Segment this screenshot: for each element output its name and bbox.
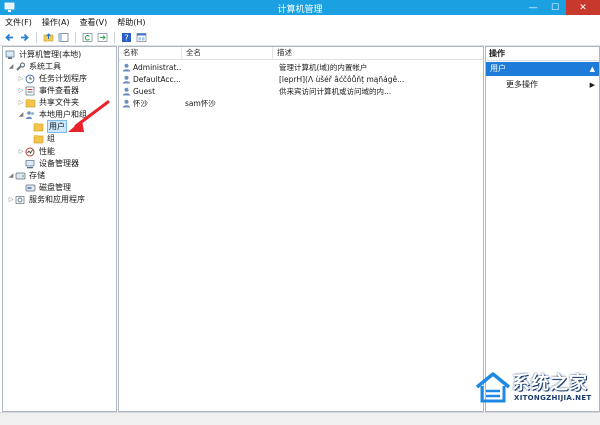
help-icon[interactable]: ?: [120, 31, 133, 44]
tree-item-label: 事件查看器: [39, 86, 79, 95]
tree-item-label: 存储: [29, 171, 45, 180]
user-name: 怀沙: [133, 99, 148, 108]
collapse-arrow-icon[interactable]: ◢: [17, 111, 25, 118]
services-icon: [15, 195, 26, 205]
export-icon[interactable]: [96, 31, 109, 44]
menu-view[interactable]: 查看(V): [75, 17, 113, 28]
watermark-url: XITONGZHIJIA.NET: [514, 394, 592, 402]
action-pane-title: 操作: [486, 47, 599, 61]
event-viewer-icon: [25, 86, 36, 96]
toolbar-separator: [114, 31, 115, 43]
action-pane: 操作 用户 ▲ 更多操作 ▶: [485, 46, 600, 412]
house-logo-icon: [475, 372, 511, 403]
tree-item-label: 任务计划程序: [39, 74, 87, 83]
close-button[interactable]: ✕: [566, 0, 600, 15]
action-section-users[interactable]: 用户 ▲: [486, 62, 599, 76]
tree-item-label: 设备管理器: [39, 159, 79, 168]
user-icon: [122, 99, 131, 108]
tree-item-task-scheduler[interactable]: ▷ 任务计划程序: [17, 73, 87, 84]
tree-item-storage[interactable]: ◢ 存储: [7, 170, 45, 181]
window-title: 计算机管理: [277, 5, 323, 15]
console-tree-icon[interactable]: [57, 31, 70, 44]
device-manager-icon: [25, 159, 36, 169]
tree-item-label: 组: [47, 134, 55, 143]
user-icon: [122, 63, 131, 72]
menu-file[interactable]: 文件(F): [0, 17, 37, 28]
column-header-name[interactable]: 名称: [119, 47, 182, 59]
user-fullname: sam怀沙: [185, 99, 216, 108]
toolbar-separator: [75, 31, 76, 43]
tree-item-disk-management[interactable]: 磁盘管理: [17, 182, 71, 193]
back-icon[interactable]: [3, 31, 16, 44]
performance-icon: [25, 147, 36, 157]
user-icon: [122, 75, 131, 84]
tree-item-label: 磁盘管理: [39, 183, 71, 192]
folder-icon: [33, 122, 44, 132]
table-row[interactable]: DefaultAcc... [leprH](Λ ùšéř âćčôůňț mąñ…: [119, 74, 483, 85]
tree-item-event-viewer[interactable]: ▷ 事件查看器: [17, 85, 79, 96]
tree-item-label: 计算机管理(本地): [19, 50, 82, 59]
forward-icon[interactable]: [18, 31, 31, 44]
tree-item-services[interactable]: ▷ 服务和应用程序: [7, 194, 85, 205]
refresh-icon[interactable]: [81, 31, 94, 44]
user-description: 管理计算机(域)的内置帐户: [279, 63, 368, 72]
expand-arrow-icon[interactable]: ▷: [17, 87, 25, 94]
user-description: [leprH](Λ ùšéř âćčôůňț mąñágê...: [279, 75, 405, 84]
up-icon[interactable]: [42, 31, 55, 44]
menu-help[interactable]: 帮助(H): [112, 17, 150, 28]
expand-arrow-icon[interactable]: ▷: [17, 99, 25, 106]
tree-item-label: 系统工具: [29, 62, 61, 71]
storage-icon: [15, 171, 26, 181]
submenu-arrow-icon: ▶: [589, 81, 595, 89]
user-name: Administrat...: [133, 63, 181, 72]
toolbar-separator: [36, 31, 37, 43]
minimize-button[interactable]: —: [522, 0, 544, 15]
user-icon: [122, 87, 131, 96]
more-actions-item[interactable]: 更多操作 ▶: [486, 79, 599, 91]
folder-icon: [33, 134, 44, 144]
table-row[interactable]: Guest 供来宾访问计算机或访问域的内...: [119, 86, 483, 97]
table-row[interactable]: Administrat... 管理计算机(域)的内置帐户: [119, 62, 483, 73]
watermark-brand: 系统之家: [512, 373, 588, 394]
tree-item-system-tools[interactable]: ◢ 系统工具: [7, 61, 61, 72]
collapse-caret-icon[interactable]: ▲: [590, 62, 595, 76]
tree-item-root[interactable]: 计算机管理(本地): [5, 49, 81, 60]
user-description: 供来宾访问计算机或访问域的内...: [279, 87, 392, 96]
user-name: Guest: [133, 87, 156, 96]
menu-bar: 文件(F) 操作(A) 查看(V) 帮助(H): [0, 15, 600, 29]
expand-arrow-icon[interactable]: ▷: [17, 148, 25, 155]
toolbar: ?: [0, 29, 600, 46]
users-group-icon: [25, 110, 36, 120]
list-header: 名称 全名 描述: [119, 47, 483, 60]
shared-folder-icon: [25, 98, 36, 108]
watermark-logo: 系统之家 XITONGZHIJIA.NET: [468, 363, 600, 411]
expand-arrow-icon[interactable]: ▷: [7, 196, 15, 203]
maximize-button[interactable]: ☐: [544, 0, 566, 15]
more-actions-label: 更多操作: [506, 80, 538, 89]
svg-text:?: ?: [124, 33, 128, 42]
annotation-arrow-icon: [68, 100, 110, 132]
collapse-arrow-icon[interactable]: ◢: [7, 172, 15, 179]
user-name: DefaultAcc...: [133, 75, 181, 84]
computer-management-icon: [5, 50, 16, 60]
action-section-label: 用户: [490, 64, 506, 73]
tree-item-label: 性能: [39, 147, 55, 156]
user-list: 名称 全名 描述 Administrat... 管理计算机(域)的内置帐户 De…: [118, 46, 484, 412]
column-header-fullname[interactable]: 全名: [182, 47, 273, 59]
title-bar: 计算机管理 — ☐ ✕: [0, 0, 600, 15]
table-row[interactable]: 怀沙 sam怀沙: [119, 98, 483, 109]
tree-item-label: 服务和应用程序: [29, 195, 85, 204]
expand-arrow-icon[interactable]: ▷: [17, 75, 25, 82]
tree-item-performance[interactable]: ▷ 性能: [17, 146, 55, 157]
clock-icon: [25, 74, 36, 84]
tools-icon: [15, 61, 26, 72]
mmc-icon[interactable]: [135, 31, 148, 44]
disk-icon: [25, 183, 36, 193]
status-bar: [0, 412, 600, 425]
menu-action[interactable]: 操作(A): [37, 17, 75, 28]
column-header-description[interactable]: 描述: [273, 47, 477, 59]
collapse-arrow-icon[interactable]: ◢: [7, 63, 15, 70]
tree-item-groups[interactable]: 组: [33, 133, 55, 144]
tree-item-device-manager[interactable]: 设备管理器: [17, 158, 79, 169]
